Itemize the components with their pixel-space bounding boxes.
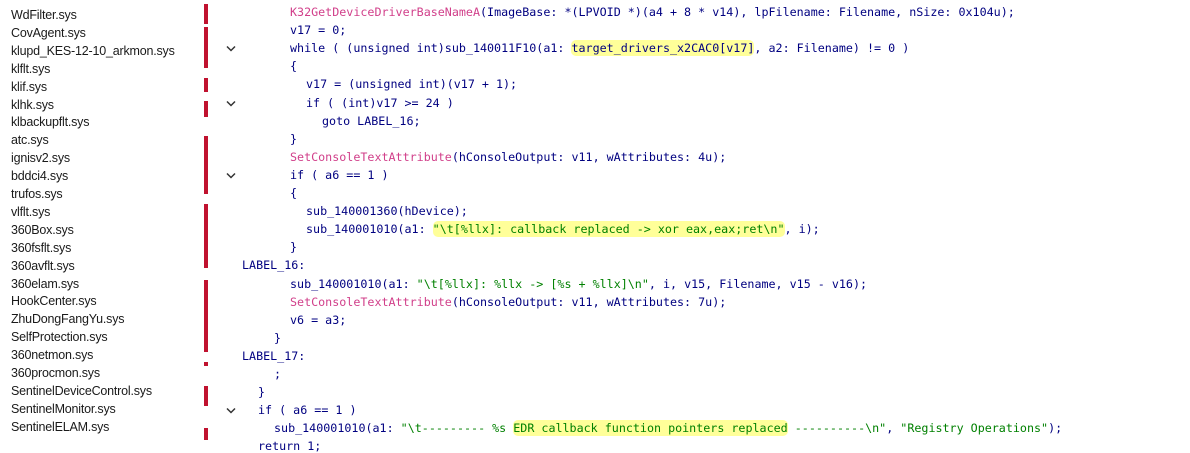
code-token: , — [886, 421, 901, 436]
code-token: "Registry Operations" — [900, 421, 1049, 436]
code-line: sub_140001010(a1: "\t[%llx]: callback re… — [306, 221, 820, 238]
code-line: return 1; — [258, 439, 321, 453]
code-token: v17 = 0; — [290, 23, 347, 38]
code-line: v17 = (unsigned int)(v17 + 1); — [306, 77, 517, 91]
code-token: sub_140001010(a1: — [290, 276, 417, 291]
code-token: while ( (unsigned int)sub_140011F10(a1: — [290, 41, 572, 56]
code-line: SetConsoleTextAttribute(hConsoleOutput: … — [290, 295, 726, 309]
code-token: K32GetDeviceDriverBaseNameA — [290, 5, 480, 19]
code-token: LABEL_16: — [242, 258, 306, 273]
code-line: v17 = 0; — [290, 23, 346, 37]
code-token: , i); — [784, 222, 820, 237]
code-token: return 1; — [258, 439, 322, 453]
code-line: } — [290, 240, 297, 254]
code-line: LABEL_16: — [242, 258, 305, 272]
code-line: v6 = a3; — [290, 313, 346, 327]
code-token: ----------\n" — [787, 421, 887, 436]
code-token: v17 = (unsigned int)(v17 + 1); — [306, 77, 518, 92]
code-token: ; — [274, 367, 282, 381]
decompiler-code-view: K32GetDeviceDriverBaseNameA(ImageBase: *… — [0, 0, 1190, 453]
code-token: } — [274, 330, 282, 345]
code-token: , i, v15, Filename, v15 - v16); — [648, 276, 868, 291]
code-token: } — [290, 131, 298, 146]
code-token: } — [258, 385, 266, 400]
code-line: sub_140001010(a1: "\t[%llx]: %llx -> [%s… — [290, 277, 867, 291]
code-token: goto LABEL_16; — [322, 113, 421, 128]
code-line: { — [290, 59, 297, 73]
code-line: K32GetDeviceDriverBaseNameA(ImageBase: *… — [290, 5, 1015, 19]
code-line: ; — [274, 367, 281, 381]
code-line: if ( a6 == 1 ) — [258, 403, 357, 417]
code-token: ); — [1048, 421, 1063, 436]
code-token: sub_140001010(a1: — [274, 421, 401, 436]
code-token: if ( a6 == 1 ) — [258, 403, 357, 418]
code-token: (ImageBase: *(LPVOID *)(a4 + 8 * v14), l… — [480, 5, 1015, 19]
code-token: (hConsoleOutput: v11, wAttributes: 4u); — [451, 149, 727, 164]
code-line: } — [258, 385, 265, 399]
highlighted-token: target_drivers_x2CAC0[v17] — [571, 40, 755, 57]
code-token: v6 = a3; — [290, 312, 347, 327]
code-token: if ( a6 == 1 ) — [290, 167, 389, 182]
code-token: "\t[%llx]: %llx -> [%s + %llx]\n" — [416, 276, 649, 291]
code-line: LABEL_17: — [242, 349, 305, 363]
highlighted-token: EDR callback function pointers replaced — [513, 420, 788, 437]
code-token: SetConsoleTextAttribute — [290, 149, 452, 164]
code-token: { — [290, 59, 298, 74]
code-line: while ( (unsigned int)sub_140011F10(a1: … — [290, 40, 910, 57]
code-token: sub_140001360(hDevice); — [306, 204, 468, 219]
code-token: LABEL_17: — [242, 348, 306, 363]
code-token: sub_140001010(a1: — [306, 222, 433, 237]
code-line: if ( (int)v17 >= 24 ) — [306, 96, 454, 110]
code-token: { — [290, 186, 298, 200]
code-line: if ( a6 == 1 ) — [290, 168, 389, 182]
code-token: SetConsoleTextAttribute — [290, 294, 452, 309]
code-token: "\t--------- %s — [400, 421, 514, 436]
code-token: , a2: Filename) != 0 ) — [754, 41, 910, 56]
code-token: } — [290, 240, 298, 255]
code-line: sub_140001360(hDevice); — [306, 204, 468, 218]
code-token: (hConsoleOutput: v11, wAttributes: 7u); — [451, 294, 727, 309]
code-line: { — [290, 186, 297, 200]
code-line: SetConsoleTextAttribute(hConsoleOutput: … — [290, 150, 726, 164]
code-line: } — [290, 132, 297, 146]
highlighted-token: "\t[%llx]: callback replaced -> xor eax,… — [432, 221, 785, 238]
code-line: sub_140001010(a1: "\t--------- %s EDR ca… — [274, 420, 1063, 437]
code-line: } — [274, 331, 281, 345]
code-token: if ( (int)v17 >= 24 ) — [306, 95, 454, 110]
code-line: goto LABEL_16; — [322, 114, 421, 128]
